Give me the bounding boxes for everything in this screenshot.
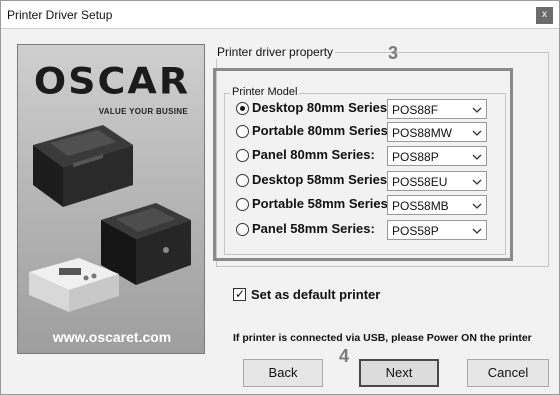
- logo-text: OSCAR: [33, 60, 191, 102]
- checkmark-icon: ✓: [235, 287, 246, 301]
- panel-58mm-value: POS58P: [392, 224, 439, 238]
- portable-58mm-value: POS58MB: [392, 199, 449, 213]
- chevron-down-icon: [472, 203, 482, 209]
- desktop-58mm-label[interactable]: Desktop 58mm Series:: [252, 172, 391, 187]
- desktop-58mm-select[interactable]: POS58EU: [387, 171, 487, 191]
- desktop-58mm-value: POS58EU: [392, 175, 448, 189]
- portable-58mm-label[interactable]: Portable 58mm Series:: [252, 196, 392, 211]
- window-title: Printer Driver Setup: [7, 8, 113, 22]
- portable-58mm-radio[interactable]: [236, 198, 249, 211]
- portable-80mm-label[interactable]: Portable 80mm Series:: [252, 123, 392, 138]
- close-button[interactable]: x: [536, 7, 553, 24]
- panel-80mm-radio[interactable]: [236, 149, 249, 162]
- printer-driver-property-label: Printer driver property: [215, 45, 336, 59]
- panel-58mm-select[interactable]: POS58P: [387, 220, 487, 240]
- panel-80mm-select[interactable]: POS88P: [387, 146, 487, 166]
- oscar-logo: OSCAR VALUE YOUR BUSINE: [32, 59, 192, 116]
- oscar-banner-image: OSCAR VALUE YOUR BUSINE www.oscaret.com: [17, 44, 205, 354]
- website-text: www.oscaret.com: [52, 329, 172, 345]
- step-4-callout: 4: [339, 346, 350, 366]
- portable-58mm-select[interactable]: POS58MB: [387, 195, 487, 215]
- chevron-down-icon: [472, 154, 482, 160]
- printer-model-label: Printer Model: [230, 86, 300, 98]
- desktop-80mm-value: POS88F: [392, 103, 439, 117]
- portable-80mm-select[interactable]: POS88MW: [387, 122, 487, 142]
- desktop-80mm-select[interactable]: POS88F: [387, 99, 487, 119]
- default-printer-label[interactable]: Set as default printer: [251, 287, 380, 302]
- chevron-down-icon: [472, 179, 482, 185]
- title-bar: Printer Driver Setup x: [1, 1, 559, 29]
- back-button[interactable]: Back: [243, 359, 323, 387]
- desktop-58mm-radio[interactable]: [236, 174, 249, 187]
- chevron-down-icon: [472, 228, 482, 234]
- chevron-down-icon: [472, 130, 482, 136]
- next-button[interactable]: Next: [359, 359, 439, 387]
- desktop-80mm-label[interactable]: Desktop 80mm Series:: [252, 100, 391, 115]
- default-printer-checkbox[interactable]: ✓: [233, 287, 246, 301]
- panel-80mm-value: POS88P: [392, 150, 439, 164]
- portable-printer-image: [29, 258, 119, 312]
- step-3-callout: 3: [388, 43, 399, 63]
- desktop-80mm-radio[interactable]: [236, 102, 249, 115]
- portable-80mm-radio[interactable]: [236, 125, 249, 138]
- portable-80mm-value: POS88MW: [392, 126, 453, 140]
- cancel-button[interactable]: Cancel: [467, 359, 549, 387]
- usb-note: If printer is connected via USB, please …: [233, 332, 532, 344]
- panel-80mm-label[interactable]: Panel 80mm Series:: [252, 147, 375, 162]
- chevron-down-icon: [472, 107, 482, 113]
- setup-window: Printer Driver Setup x OSCAR VALUE YOUR …: [0, 0, 560, 395]
- panel-58mm-radio[interactable]: [236, 223, 249, 236]
- panel-58mm-label[interactable]: Panel 58mm Series:: [252, 221, 375, 236]
